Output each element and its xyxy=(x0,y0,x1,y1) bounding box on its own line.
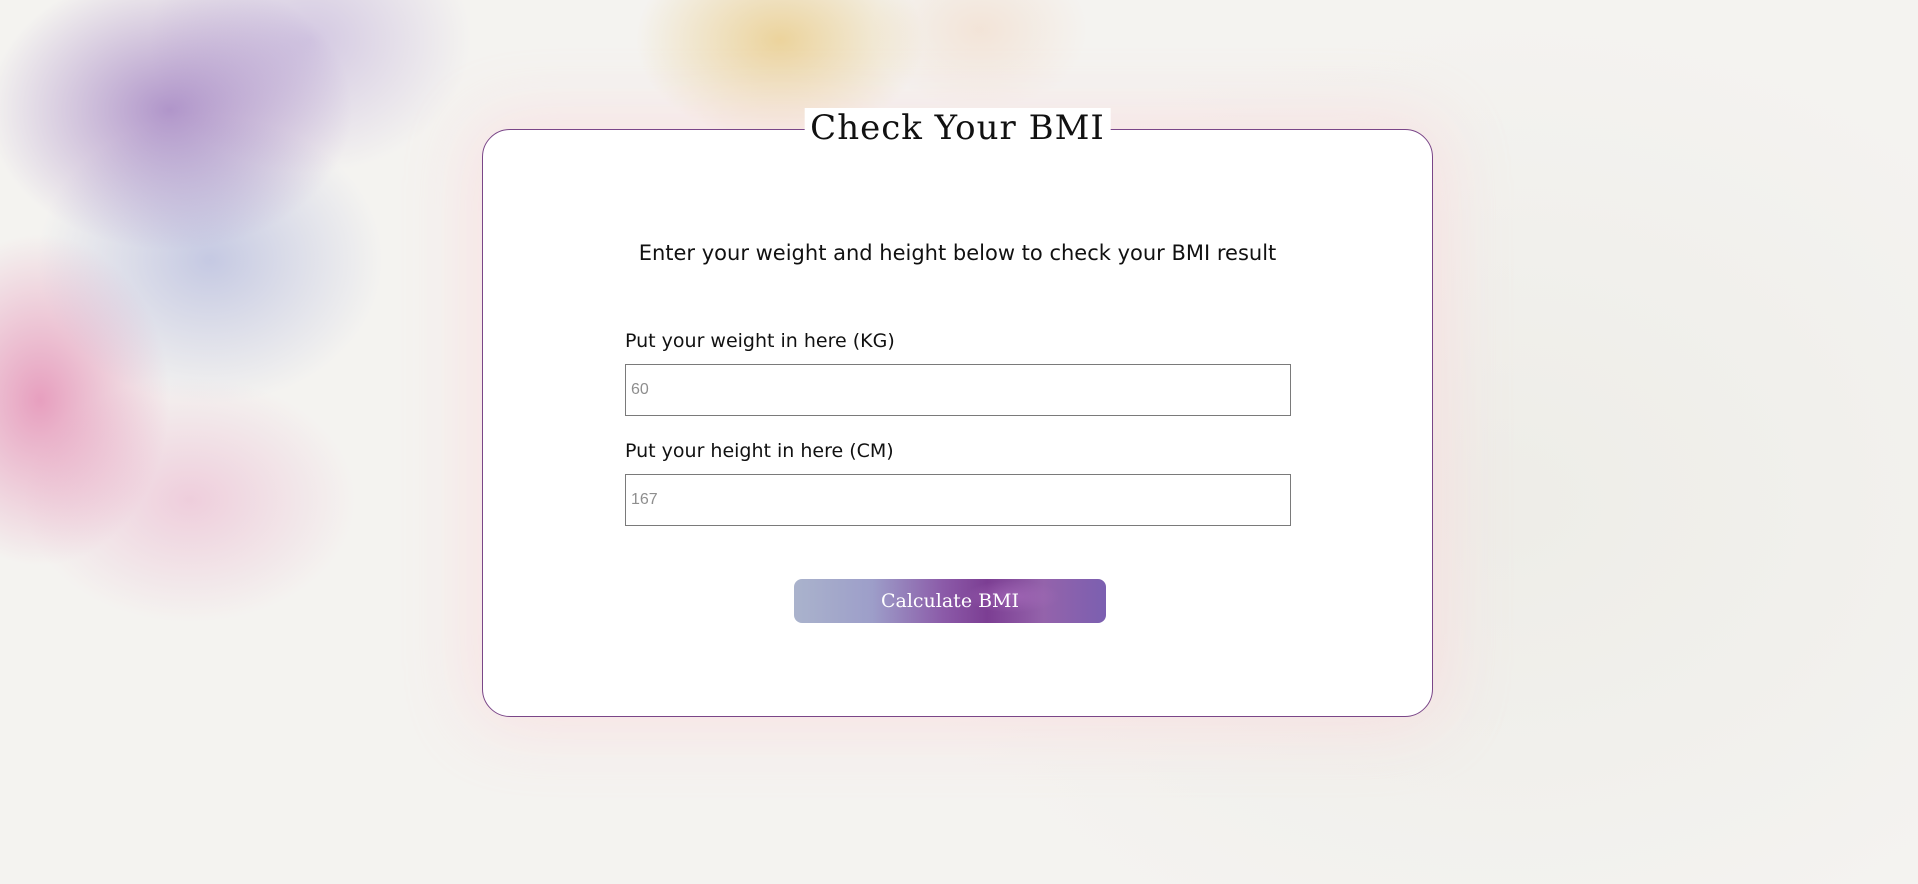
weight-label: Put your weight in here (KG) xyxy=(625,330,895,352)
height-input[interactable] xyxy=(625,474,1291,526)
calculate-bmi-button[interactable]: Calculate BMI xyxy=(794,579,1106,623)
intro-text: Enter your weight and height below to ch… xyxy=(638,241,1277,265)
weight-input[interactable] xyxy=(625,364,1291,416)
bmi-card: Check Your BMI Enter your weight and hei… xyxy=(482,108,1433,717)
height-label: Put your height in here (CM) xyxy=(625,440,894,462)
page-title: Check Your BMI xyxy=(804,108,1111,148)
